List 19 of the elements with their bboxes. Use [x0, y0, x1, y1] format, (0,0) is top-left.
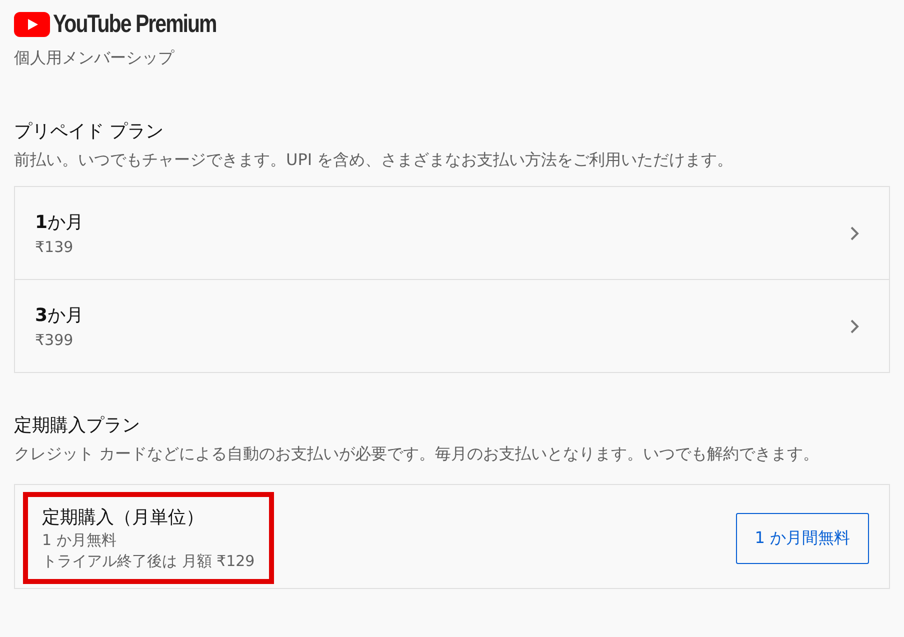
- play-logo-icon: [14, 12, 50, 36]
- free-trial-button[interactable]: 1 か月間無料: [736, 512, 869, 564]
- plan-name: 定期購入（月単位）: [42, 506, 205, 529]
- plan-name: 1か月: [35, 211, 84, 234]
- chevron-right-icon: [850, 318, 859, 334]
- membership-subtitle: 個人用メンバーシップ: [14, 48, 176, 69]
- plan-option[interactable]: 3か月 ₹399: [15, 279, 889, 372]
- section-title: 定期購入プラン: [14, 414, 141, 437]
- section-description: 前払い。いつでもチャージできます。UPI を含め、さまざまなお支払い方法をご利用いただけます。: [14, 149, 734, 171]
- plan-price: ₹139: [35, 238, 74, 256]
- section-title: プリペイド プラン: [14, 120, 165, 143]
- section-description: クレジット カードなどによる自動のお支払いが必要です。毎月のお支払いとなります。いつでも解約できます。: [14, 443, 820, 465]
- trial-text: 1 か月無料: [42, 531, 118, 550]
- brand-name: YouTube Premium: [53, 10, 216, 38]
- price-after-trial: トライアル終了後は 月額 ₹129: [42, 552, 255, 571]
- plan-option[interactable]: 1か月 ₹139: [15, 187, 889, 279]
- plan-name: 3か月: [35, 304, 84, 327]
- chevron-right-icon: [850, 226, 859, 240]
- plan-price: ₹399: [35, 331, 74, 349]
